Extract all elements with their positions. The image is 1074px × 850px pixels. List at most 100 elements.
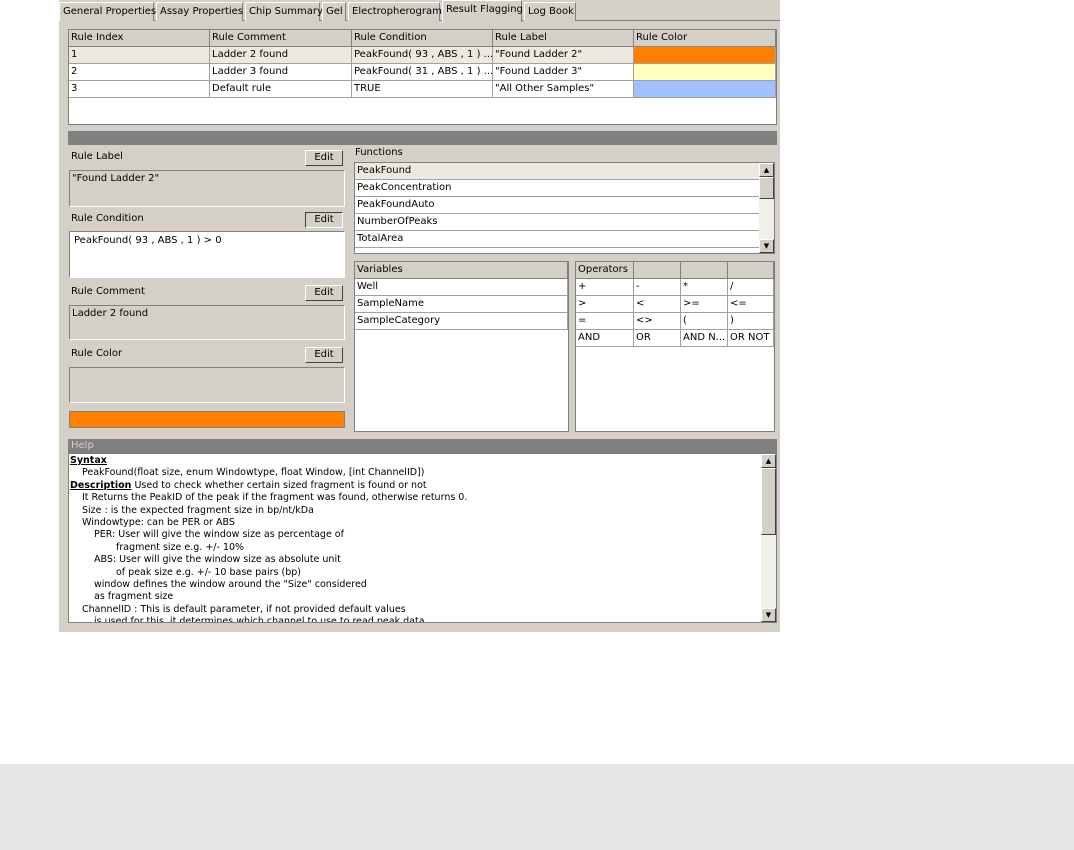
scroll-down-icon[interactable]: ▼ bbox=[759, 239, 774, 253]
operator-divide[interactable]: / bbox=[728, 279, 774, 296]
rule-index-cell[interactable]: 1 bbox=[69, 47, 210, 64]
operator-and-not[interactable]: AND N... bbox=[681, 330, 728, 347]
rule-comment-title: Rule Comment bbox=[71, 286, 145, 297]
rule-comment-cell[interactable]: Ladder 3 found bbox=[210, 64, 352, 81]
help-line: is used for this, it determines which ch… bbox=[94, 616, 425, 622]
function-item[interactable]: PeakConcentration bbox=[355, 180, 759, 197]
help-text: Syntax PeakFound(float size, enum Windowt… bbox=[69, 454, 759, 622]
operator-close-paren[interactable]: ) bbox=[728, 313, 774, 330]
help-panel: Syntax PeakFound(float size, enum Windowt… bbox=[68, 453, 777, 623]
help-title-bar: Help bbox=[68, 439, 777, 453]
operators-header: Operators bbox=[576, 262, 634, 279]
function-item[interactable]: PeakFoundAuto bbox=[355, 197, 759, 214]
rule-comment-cell[interactable]: Default rule bbox=[210, 81, 352, 98]
tab-general-properties[interactable]: General Properties bbox=[59, 2, 156, 21]
operator-and[interactable]: AND bbox=[576, 330, 634, 347]
tab-result-flagging[interactable]: Result Flagging bbox=[442, 0, 523, 22]
variables-header: Variables bbox=[355, 262, 568, 279]
operator-multiply[interactable]: * bbox=[681, 279, 728, 296]
operator-greater-equal[interactable]: >= bbox=[681, 296, 728, 313]
rule-label-title: Rule Label bbox=[71, 151, 123, 162]
rule-color-title: Rule Color bbox=[71, 348, 123, 359]
rule-index-cell[interactable]: 2 bbox=[69, 64, 210, 81]
rule-label-cell[interactable]: "Found Ladder 2" bbox=[493, 47, 634, 64]
rule-condition-cell[interactable]: TRUE bbox=[352, 81, 493, 98]
function-item[interactable]: NumberOfPeaks bbox=[355, 214, 759, 231]
rule-condition-cell[interactable]: PeakFound( 93 , ABS , 1 ) ... bbox=[352, 47, 493, 64]
help-line: ChannelID : This is default parameter, i… bbox=[82, 603, 406, 615]
help-line: PER: User will give the window size as p… bbox=[94, 529, 344, 541]
help-line: fragment size e.g. +/- 10% bbox=[116, 541, 245, 553]
tab-log-book[interactable]: Log Book bbox=[524, 2, 576, 21]
operator-or-not[interactable]: OR NOT bbox=[728, 330, 774, 347]
edit-rule-color-button[interactable]: Edit bbox=[305, 347, 343, 363]
operator-less[interactable]: < bbox=[634, 296, 681, 313]
col-header-rule-color[interactable]: Rule Color bbox=[634, 30, 776, 47]
rule-color-swatch[interactable] bbox=[634, 64, 776, 81]
splitter-bar[interactable] bbox=[68, 131, 777, 145]
help-line: window defines the window around the "Si… bbox=[94, 579, 367, 590]
help-line: ABS: User will give the window size as a… bbox=[94, 554, 341, 566]
functions-scrollbar[interactable]: ▲ ▼ bbox=[759, 163, 774, 253]
operators-header-blank bbox=[681, 262, 728, 279]
rule-label-cell[interactable]: "Found Ladder 3" bbox=[493, 64, 634, 81]
rule-index-cell[interactable]: 3 bbox=[69, 81, 210, 98]
tab-gel[interactable]: Gel bbox=[322, 2, 346, 21]
rule-condition-title: Rule Condition bbox=[71, 213, 144, 224]
variable-item[interactable]: Well bbox=[355, 279, 568, 296]
help-line: of peak size e.g. +/- 10 base pairs (bp) bbox=[116, 566, 301, 578]
rule-comment-field: Ladder 2 found bbox=[69, 305, 345, 340]
tab-bar: General Properties Assay Properties Chip… bbox=[59, 0, 780, 22]
operator-minus[interactable]: - bbox=[634, 279, 681, 296]
rule-label-field: "Found Ladder 2" bbox=[69, 170, 345, 207]
help-line: Syntax bbox=[70, 455, 107, 466]
help-line: Size : is the expected fragment size in … bbox=[82, 504, 314, 516]
operators-header-blank bbox=[634, 262, 681, 279]
operator-or[interactable]: OR bbox=[634, 330, 681, 347]
operators-header-blank bbox=[728, 262, 774, 279]
rule-label-cell[interactable]: "All Other Samples" bbox=[493, 81, 634, 98]
rule-condition-input[interactable]: PeakFound( 93 , ABS , 1 ) > 0 bbox=[69, 231, 345, 278]
functions-list: PeakFound PeakConcentration PeakFoundAut… bbox=[354, 162, 775, 254]
operator-plus[interactable]: + bbox=[576, 279, 634, 296]
variable-item[interactable]: SampleCategory bbox=[355, 313, 568, 330]
result-flagging-window: General Properties Assay Properties Chip… bbox=[59, 0, 780, 632]
variables-list: Variables Well SampleName SampleCategory bbox=[354, 261, 569, 432]
tab-chip-summary[interactable]: Chip Summary bbox=[245, 2, 323, 21]
col-header-rule-label[interactable]: Rule Label bbox=[493, 30, 634, 47]
operator-greater[interactable]: > bbox=[576, 296, 634, 313]
edit-rule-label-button[interactable]: Edit bbox=[305, 150, 343, 166]
function-item[interactable]: PeakFound bbox=[355, 163, 759, 180]
rule-color-swatch[interactable] bbox=[634, 81, 776, 98]
tab-electropherogram[interactable]: Electropherogram bbox=[348, 2, 442, 21]
functions-title: Functions bbox=[355, 147, 403, 158]
help-line: Description Used to check whether certai… bbox=[70, 479, 427, 491]
scroll-thumb[interactable] bbox=[759, 177, 774, 199]
edit-rule-comment-button[interactable]: Edit bbox=[305, 285, 343, 301]
variable-item[interactable]: SampleName bbox=[355, 296, 568, 313]
operator-not-equal[interactable]: <> bbox=[634, 313, 681, 330]
scroll-up-icon[interactable]: ▲ bbox=[761, 454, 776, 468]
tab-assay-properties[interactable]: Assay Properties bbox=[156, 2, 243, 21]
help-scrollbar[interactable]: ▲ ▼ bbox=[761, 454, 776, 622]
col-header-rule-index[interactable]: Rule Index bbox=[69, 30, 210, 47]
operator-less-equal[interactable]: <= bbox=[728, 296, 774, 313]
rule-color-swatch[interactable] bbox=[634, 47, 776, 64]
help-line: as fragment size bbox=[94, 591, 174, 603]
operators-grid: Operators + - * / > < >= <= = <> ( ) AND… bbox=[575, 261, 775, 432]
rule-color-preview bbox=[69, 411, 345, 428]
rule-color-field bbox=[69, 367, 345, 403]
scroll-up-icon[interactable]: ▲ bbox=[759, 163, 774, 177]
edit-rule-condition-button[interactable]: Edit bbox=[305, 212, 343, 228]
col-header-rule-comment[interactable]: Rule Comment bbox=[210, 30, 352, 47]
operator-equal[interactable]: = bbox=[576, 313, 634, 330]
rule-condition-cell[interactable]: PeakFound( 31 , ABS , 1 ) ... bbox=[352, 64, 493, 81]
rule-comment-cell[interactable]: Ladder 2 found bbox=[210, 47, 352, 64]
desktop-strip bbox=[0, 764, 1074, 850]
help-line: It Returns the PeakID of the peak if the… bbox=[82, 492, 468, 504]
scroll-thumb[interactable] bbox=[761, 468, 776, 535]
operator-open-paren[interactable]: ( bbox=[681, 313, 728, 330]
function-item[interactable]: TotalArea bbox=[355, 231, 759, 248]
col-header-rule-condition[interactable]: Rule Condition bbox=[352, 30, 493, 47]
scroll-down-icon[interactable]: ▼ bbox=[761, 608, 776, 622]
